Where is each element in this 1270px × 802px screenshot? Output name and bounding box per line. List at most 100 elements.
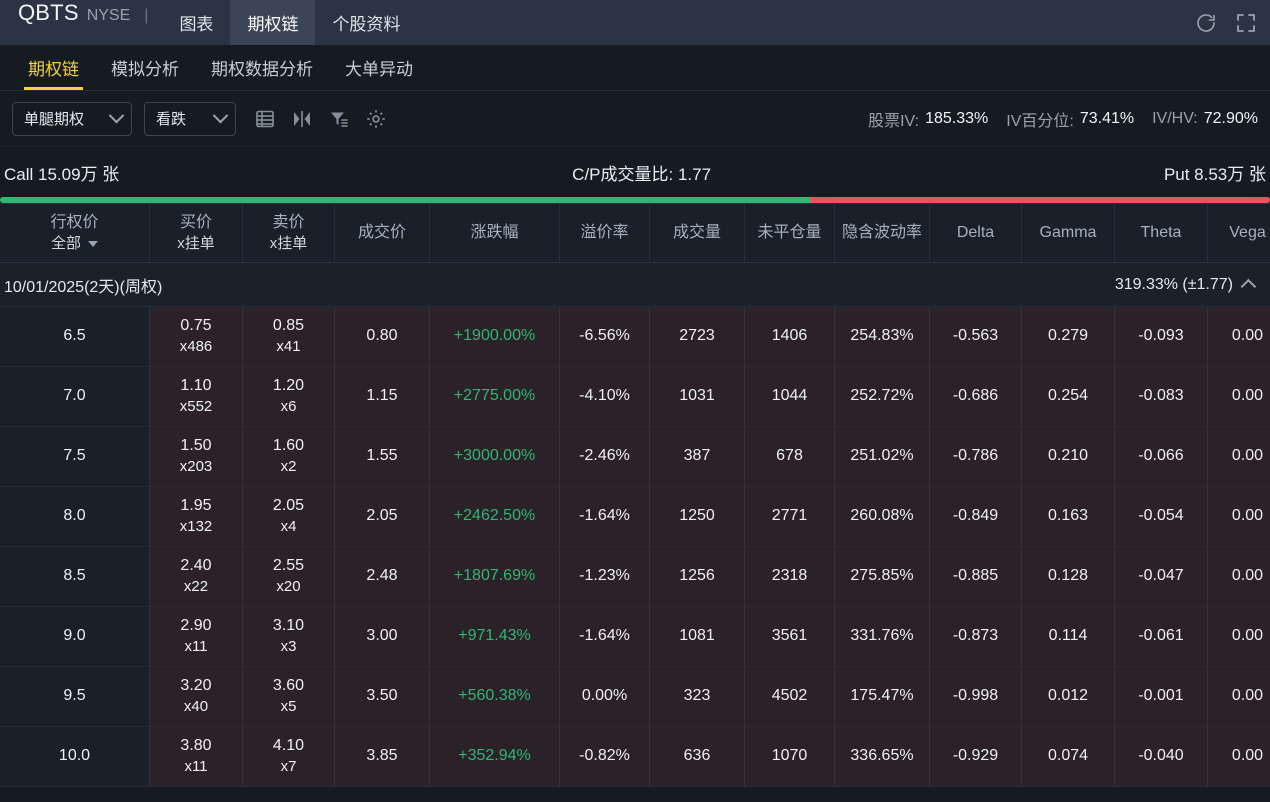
- cell-vega: 0.00: [1208, 607, 1270, 666]
- cell-gamma: 0.210: [1022, 427, 1115, 486]
- cell-theta: -0.061: [1115, 607, 1208, 666]
- last-price: 2.48: [366, 567, 398, 585]
- open-interest-value: 1406: [771, 327, 808, 345]
- gamma-value: 0.254: [1047, 387, 1089, 405]
- cell-strike: 8.5: [0, 547, 150, 606]
- top-bar-actions: [1194, 0, 1258, 45]
- call-ratio-bar-segment: [0, 197, 811, 203]
- cell-strike: 10.0: [0, 727, 150, 786]
- column-header-11[interactable]: Theta: [1115, 204, 1208, 262]
- column-header-2[interactable]: 卖价 x挂单: [243, 204, 335, 262]
- gamma-value: 0.074: [1047, 747, 1089, 765]
- tab-large-order-activity[interactable]: 大单异动: [329, 55, 429, 90]
- chevron-up-icon[interactable]: [1240, 278, 1257, 295]
- cell-vega: 0.00: [1208, 487, 1270, 546]
- compare-columns-icon[interactable]: [291, 108, 313, 130]
- open-interest-value: 2318: [771, 567, 808, 585]
- iv-hv-value: 72.90%: [1203, 110, 1258, 127]
- top-nav-item-stock-info[interactable]: 个股资料: [315, 0, 417, 45]
- strike-value: 7.0: [63, 387, 86, 405]
- column-header-3[interactable]: 成交价: [335, 204, 430, 262]
- cell-last: 3.50: [335, 667, 430, 726]
- ask-price: 2.05: [272, 497, 305, 515]
- column-header-7[interactable]: 未平仓量: [745, 204, 835, 262]
- cell-delta: -0.563: [930, 307, 1022, 366]
- stock-iv-value: 185.33%: [925, 110, 989, 127]
- column-header-8[interactable]: 隐含波动率: [835, 204, 930, 262]
- table-row[interactable]: 9.5 3.20 x40 3.60 x5 3.50 +560.38% 0.00% 323 4502…: [0, 667, 1270, 727]
- column-header-6[interactable]: 成交量: [650, 204, 745, 262]
- cell-strike: 6.5: [0, 307, 150, 366]
- cell-vega: 0.00: [1208, 367, 1270, 426]
- cell-volume: 636: [650, 727, 745, 786]
- column-header-0[interactable]: 行权价 全部: [0, 204, 150, 262]
- vega-value: 0.00: [1231, 447, 1264, 465]
- cell-theta: -0.066: [1115, 427, 1208, 486]
- column-header-9[interactable]: Delta: [930, 204, 1022, 262]
- table-row[interactable]: 9.0 2.90 x11 3.10 x3 3.00 +971.43% -1.64% 1081 35…: [0, 607, 1270, 667]
- caret-down-icon: [88, 240, 98, 247]
- cell-delta: -0.686: [930, 367, 1022, 426]
- table-row[interactable]: 10.0 3.80 x11 4.10 x7 3.85 +352.94% -0.82% 636 10…: [0, 727, 1270, 787]
- expiry-group-row[interactable]: 10/01/2025(2天)(周权) 319.33% (±1.77): [0, 263, 1270, 307]
- cell-implied-volatility: 336.65%: [835, 727, 930, 786]
- implied-volatility-value: 252.72%: [850, 387, 914, 405]
- ask-size: x2: [280, 458, 297, 476]
- strategy-select-value: 单腿期权: [24, 111, 85, 128]
- delta-value: -0.998: [952, 687, 999, 705]
- premium-rate: -6.56%: [579, 327, 630, 345]
- volume-value: 1081: [679, 627, 715, 645]
- table-row[interactable]: 7.0 1.10 x552 1.20 x6 1.15 +2775.00% -4.10% 1031…: [0, 367, 1270, 427]
- strategy-select[interactable]: 单腿期权: [12, 101, 132, 136]
- column-header-4[interactable]: 涨跌幅: [430, 204, 560, 262]
- vega-value: 0.00: [1231, 327, 1264, 345]
- bid-size: x203: [179, 458, 213, 476]
- cell-change: +2775.00%: [430, 367, 560, 426]
- cell-premium: -4.10%: [560, 367, 650, 426]
- column-header-sublabel[interactable]: 全部: [51, 234, 98, 254]
- gamma-value: 0.279: [1047, 327, 1089, 345]
- cell-ask: 3.10 x3: [243, 607, 335, 666]
- table-row[interactable]: 8.0 1.95 x132 2.05 x4 2.05 +2462.50% -1.64% 1250…: [0, 487, 1270, 547]
- table-row[interactable]: 7.5 1.50 x203 1.60 x2 1.55 +3000.00% -2.46% 387 6…: [0, 427, 1270, 487]
- cell-open-interest: 4502: [745, 667, 835, 726]
- volume-value: 1031: [679, 387, 715, 405]
- list-view-icon[interactable]: [254, 108, 276, 130]
- bid-size: x11: [184, 758, 208, 776]
- call-put-ratio-labels: Call 15.09万 张 C/P成交量比: 1.77 Put 8.53万 张: [0, 147, 1270, 197]
- open-interest-value: 1070: [771, 747, 808, 765]
- cell-open-interest: 2771: [745, 487, 835, 546]
- column-header-12[interactable]: Vega: [1208, 204, 1270, 262]
- cell-premium: -1.64%: [560, 607, 650, 666]
- column-header-1[interactable]: 买价 x挂单: [150, 204, 243, 262]
- fullscreen-icon[interactable]: [1234, 11, 1258, 35]
- table-row[interactable]: 6.5 0.75 x486 0.85 x41 0.80 +1900.00% -6.56% 272…: [0, 307, 1270, 367]
- stock-iv-label: 股票IV:: [868, 113, 920, 130]
- refresh-icon[interactable]: [1194, 11, 1218, 35]
- tab-option-chain[interactable]: 期权链: [12, 55, 95, 90]
- filter-icon[interactable]: [328, 108, 350, 130]
- cell-last: 1.55: [335, 427, 430, 486]
- vega-value: 0.00: [1231, 567, 1264, 585]
- put-volume-label: Put 8.53万 张: [1163, 164, 1266, 184]
- tab-option-data-analysis[interactable]: 期权数据分析: [195, 55, 329, 90]
- column-header-10[interactable]: Gamma: [1022, 204, 1115, 262]
- column-header-5[interactable]: 溢价率: [560, 204, 650, 262]
- bid-price: 3.20: [180, 677, 212, 695]
- direction-select[interactable]: 看跌: [144, 101, 236, 136]
- table-row[interactable]: 8.5 2.40 x22 2.55 x20 2.48 +1807.69% -1.23% 1256…: [0, 547, 1270, 607]
- top-nav-item-option-chain[interactable]: 期权链: [230, 0, 316, 45]
- ticker-symbol: QBTS: [18, 0, 79, 25]
- ask-price: 4.10: [272, 737, 305, 755]
- last-price: 0.80: [366, 327, 398, 345]
- theta-value: -0.047: [1138, 567, 1184, 585]
- tab-simulation-analysis[interactable]: 模拟分析: [95, 55, 195, 90]
- cell-change: +1807.69%: [430, 547, 560, 606]
- strike-value: 8.0: [63, 507, 86, 525]
- top-nav-item-chart[interactable]: 图表: [162, 0, 230, 45]
- cell-gamma: 0.254: [1022, 367, 1115, 426]
- gear-icon[interactable]: [365, 108, 387, 130]
- bid-price: 1.10: [180, 377, 212, 395]
- cell-bid: 1.95 x132: [150, 487, 243, 546]
- premium-rate: 0.00%: [581, 687, 628, 705]
